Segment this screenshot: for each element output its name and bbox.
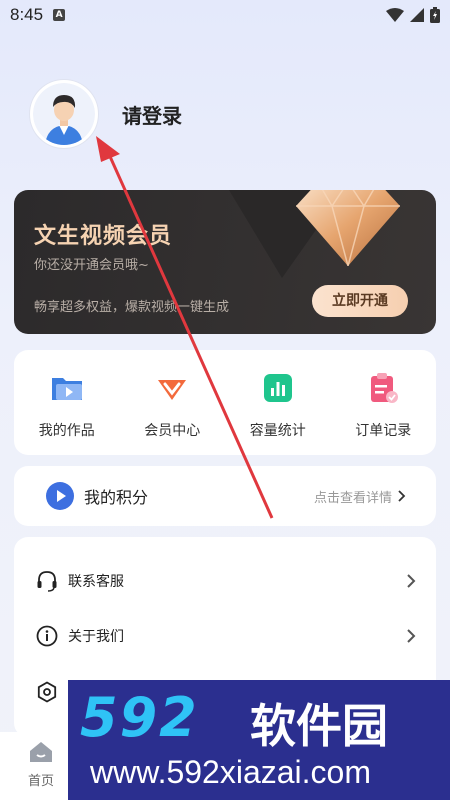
- vip-subtitle: 你还没开通会员哦~: [34, 258, 149, 273]
- vip-crown-icon: [158, 380, 187, 400]
- login-label[interactable]: 请登录: [122, 100, 182, 129]
- quick-item-label: 我的作品: [38, 423, 95, 439]
- info-icon: [36, 625, 58, 647]
- notification-icon: A: [53, 9, 66, 21]
- avatar[interactable]: [30, 80, 98, 148]
- headset-icon: [37, 571, 57, 592]
- quick-item-order-records[interactable]: 订单记录: [331, 350, 437, 455]
- signal-icon: [410, 8, 424, 22]
- status-time: 8:45: [10, 5, 44, 24]
- quick-item-label: 订单记录: [355, 423, 412, 439]
- play-circle-icon: [46, 482, 74, 510]
- menu-item-label: 联系客服: [68, 574, 124, 590]
- menu-item-contact-support[interactable]: 联系客服: [14, 557, 436, 605]
- watermark-logo: 592: [80, 686, 199, 749]
- watermark-name: 软件园: [250, 699, 388, 753]
- diamond-icon: [296, 190, 400, 266]
- nav-home[interactable]: 首页: [28, 740, 54, 789]
- nav-home-label: 首页: [28, 774, 55, 789]
- points-detail-link[interactable]: 点击查看详情: [314, 487, 406, 506]
- menu-item-label: 关于我们: [68, 629, 124, 645]
- chevron-right-icon: [407, 574, 416, 588]
- vip-description: 畅享超多权益，爆款视频一键生成: [34, 300, 230, 315]
- quick-item-storage-stats[interactable]: 容量统计: [225, 350, 331, 455]
- battery-icon: [430, 7, 440, 23]
- home-icon: [30, 742, 52, 762]
- points-label: 我的积分: [84, 488, 149, 507]
- quick-item-label: 容量统计: [249, 423, 306, 439]
- profile-header[interactable]: 请登录: [30, 80, 182, 148]
- status-right: [386, 7, 440, 23]
- my-points-row[interactable]: 我的积分 点击查看详情: [14, 466, 436, 526]
- points-detail-text: 点击查看详情: [313, 490, 392, 506]
- quick-actions: 我的作品 会员中心 容量统计 订单记录: [14, 350, 436, 455]
- watermark-url: www.592xiazai.com: [90, 754, 371, 790]
- wifi-icon: [386, 8, 404, 22]
- folder-play-icon: [51, 378, 82, 400]
- quick-item-my-works[interactable]: 我的作品: [14, 350, 120, 455]
- vip-card[interactable]: 文生视频会员 你还没开通会员哦~ 畅享超多权益，爆款视频一键生成 立即开通: [14, 190, 436, 334]
- chevron-right-icon: [398, 490, 406, 502]
- quick-item-vip-center[interactable]: 会员中心: [120, 350, 226, 455]
- open-membership-button[interactable]: 立即开通: [312, 285, 408, 317]
- bar-chart-icon: [263, 374, 292, 402]
- menu-item-about-us[interactable]: 关于我们: [14, 612, 436, 660]
- settings-icon: [37, 681, 57, 703]
- clipboard-icon: [371, 373, 399, 403]
- watermark-banner: 592 软件园 www.592xiazai.com: [68, 680, 450, 800]
- vip-title: 文生视频会员: [34, 224, 173, 249]
- user-avatar-icon: [33, 83, 95, 145]
- chevron-right-icon: [407, 629, 416, 643]
- quick-item-label: 会员中心: [144, 423, 201, 439]
- status-bar: 8:45 A: [0, 0, 450, 30]
